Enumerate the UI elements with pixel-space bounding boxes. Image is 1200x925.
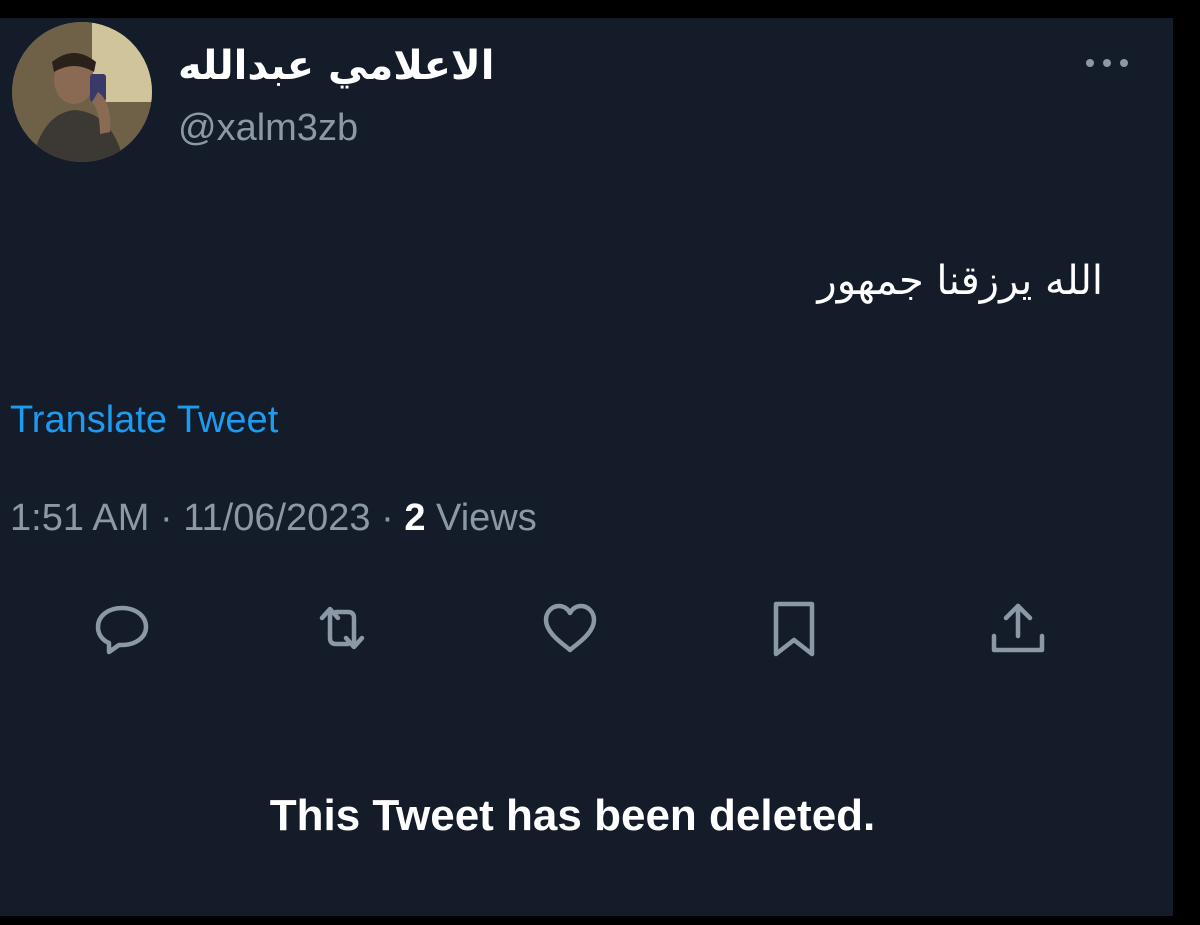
bookmark-icon (773, 601, 815, 657)
views-label: Views (425, 497, 537, 539)
user-handle[interactable]: @xalm3zb (178, 106, 358, 150)
meta-separator: · (370, 497, 405, 539)
translate-tweet-link[interactable]: Translate Tweet (10, 398, 278, 442)
tweet-time[interactable]: 1:51 AM (10, 497, 149, 539)
heart-icon (543, 603, 597, 653)
retweet-arrows-icon (319, 606, 365, 650)
avatar-photo (12, 22, 152, 162)
avatar[interactable] (12, 22, 152, 162)
like-button[interactable] (538, 596, 602, 660)
share-button[interactable] (986, 596, 1050, 660)
ellipsis-icon[interactable] (1084, 56, 1130, 68)
meta-separator: · (149, 497, 184, 539)
display-name[interactable]: الاعلامي عبدالله (178, 42, 494, 90)
tweet-meta: 1:51 AM · 11/06/2023 · 2 Views (10, 496, 537, 540)
deleted-notice: This Tweet has been deleted. (269, 791, 876, 840)
reply-button[interactable] (90, 596, 154, 660)
retweet-button[interactable] (310, 596, 374, 660)
tweet-card: الاعلامي عبدالله @xalm3zb الله يرزقنا جم… (0, 18, 1173, 916)
share-upload-icon (991, 603, 1045, 653)
tweet-text: الله يرزقنا جمهور (817, 258, 1103, 304)
tweet-date[interactable]: 11/06/2023 (183, 497, 370, 539)
bookmark-button[interactable] (762, 596, 826, 660)
views-count: 2 (404, 497, 426, 539)
speech-bubble-icon (95, 605, 149, 655)
